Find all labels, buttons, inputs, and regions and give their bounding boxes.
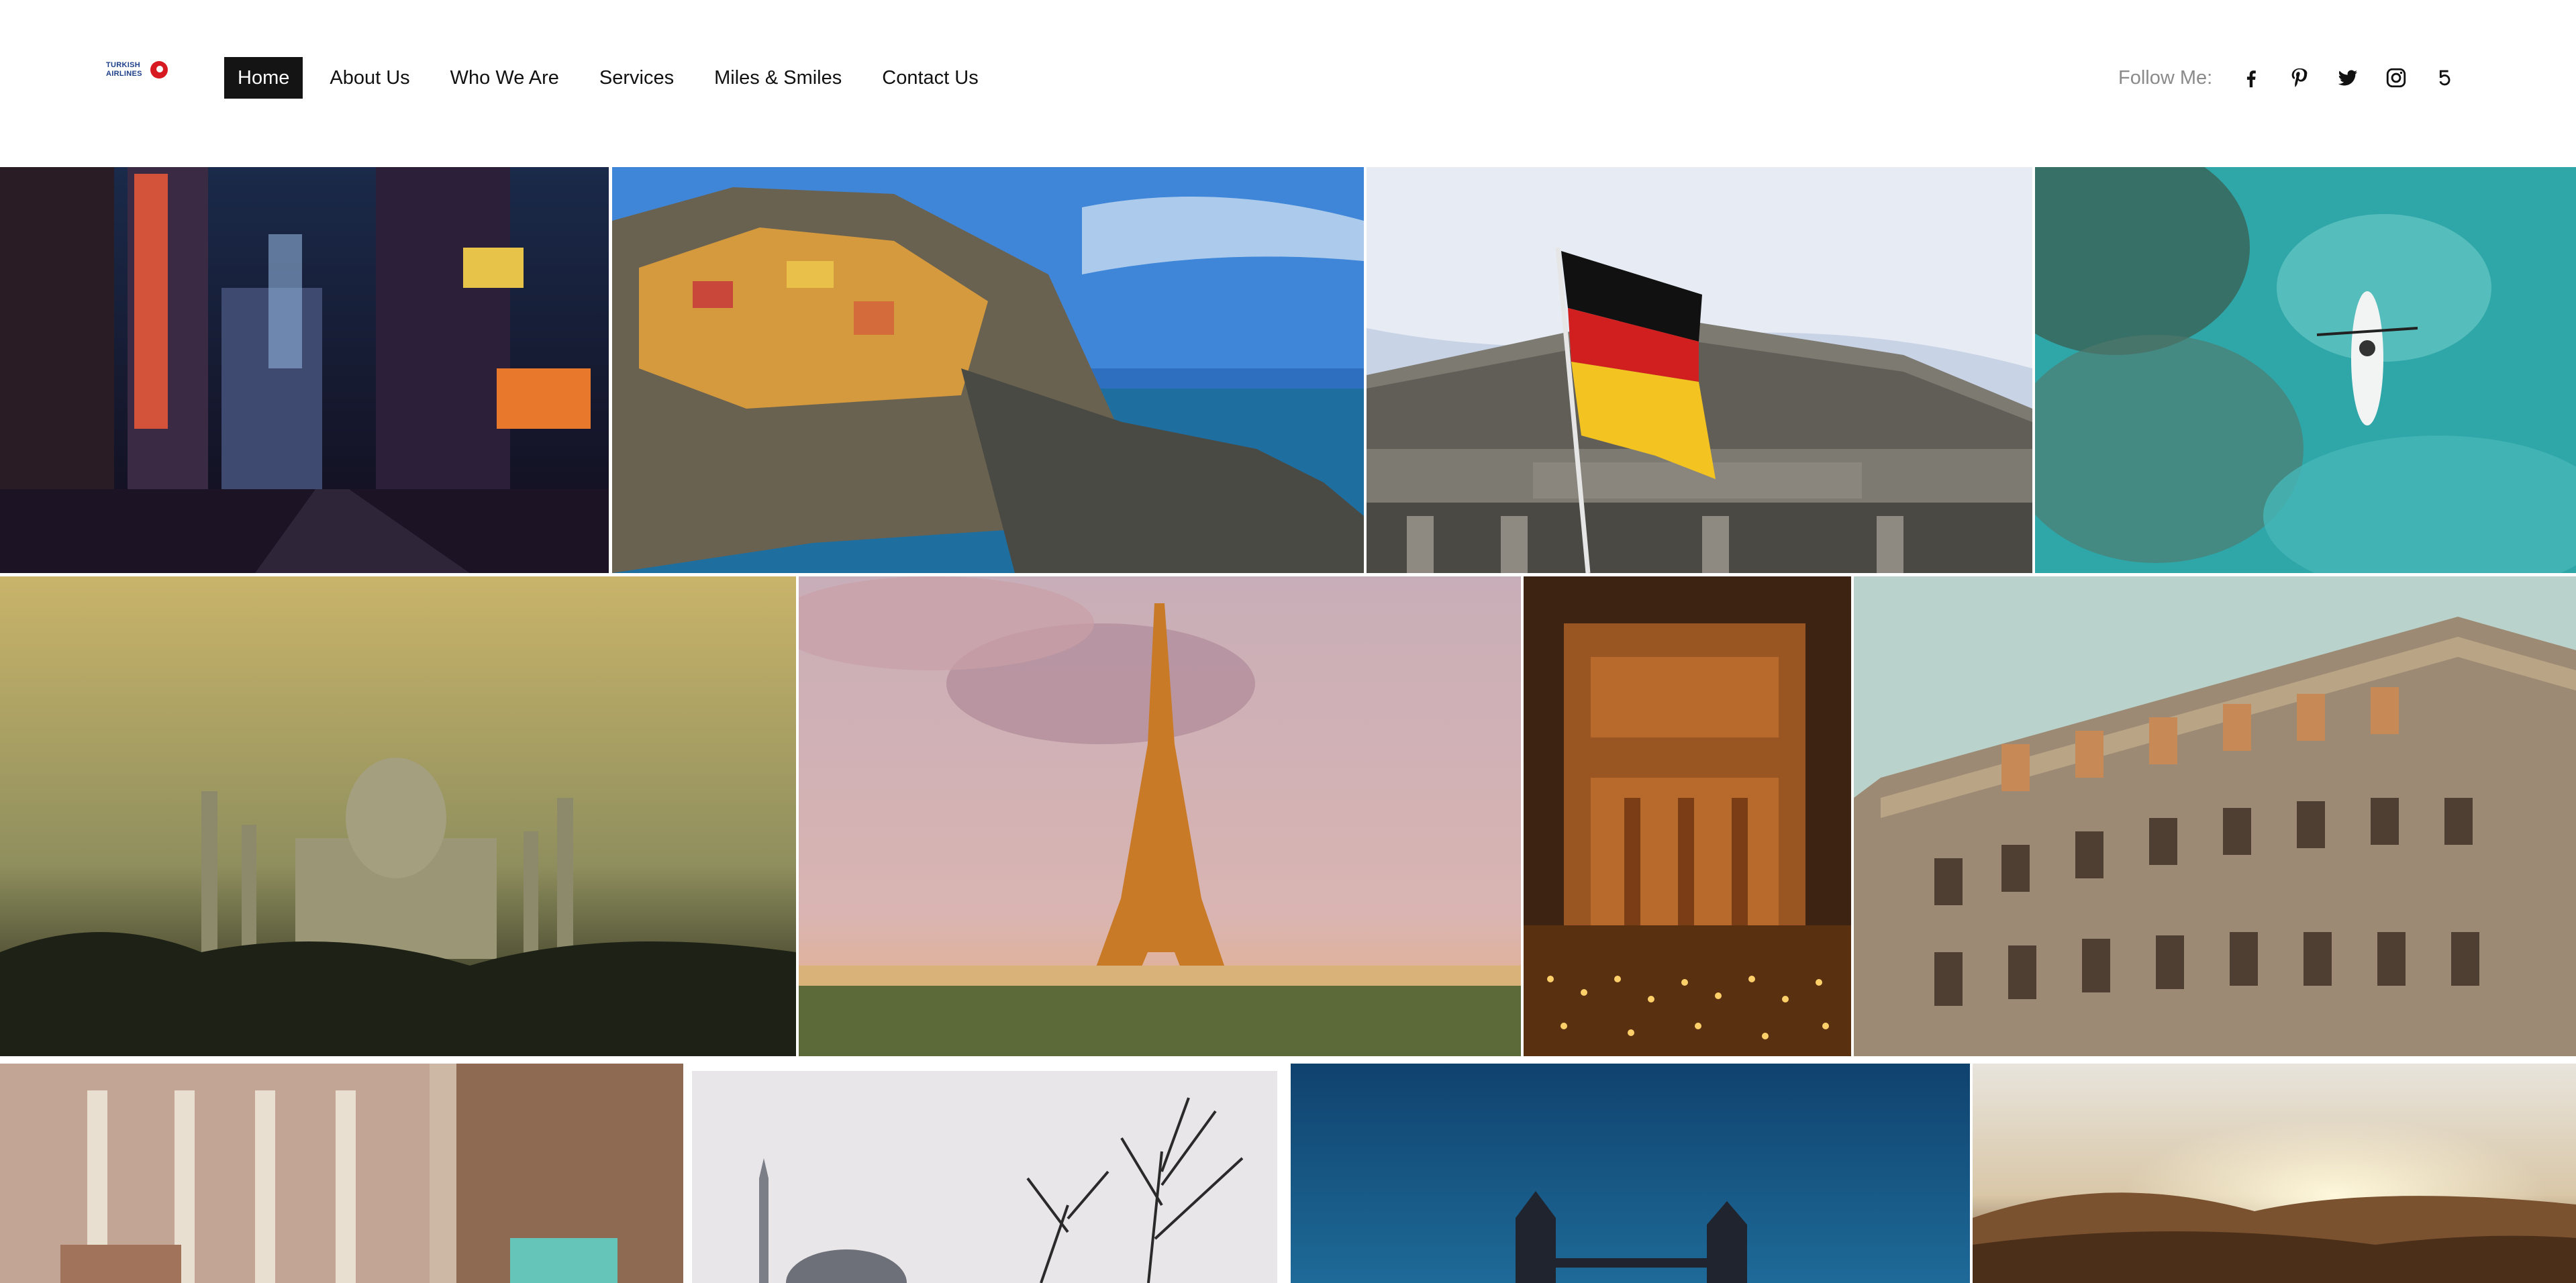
turkish-airlines-logo[interactable]: TURKISH AIRLINES — [106, 61, 168, 80]
gallery-photo-eiffel-tower[interactable] — [799, 576, 1521, 1056]
gallery-photo-taj-mahal[interactable] — [0, 576, 796, 1056]
nav-item-contact-us[interactable]: Contact Us — [869, 57, 991, 99]
logo-emblem-icon — [150, 61, 168, 79]
nav-item-miles-smiles[interactable]: Miles & Smiles — [701, 57, 855, 99]
nav-item-who-we-are[interactable]: Who We Are — [437, 57, 573, 99]
follow-me-label: Follow Me: — [2118, 66, 2213, 89]
photo-gallery — [0, 167, 2576, 1283]
logo-text-line2: AIRLINES — [106, 70, 142, 78]
nav-item-home[interactable]: Home — [224, 57, 303, 99]
nav-item-services[interactable]: Services — [586, 57, 687, 99]
main-navigation: Home About Us Who We Are Services Miles … — [224, 57, 1005, 99]
gallery-photo-tokyo[interactable] — [0, 167, 609, 573]
logo-text-line1: TURKISH — [106, 61, 140, 69]
gallery-photo-petra[interactable] — [1524, 576, 1851, 1056]
gallery-photo-cinque-terre[interactable] — [612, 167, 1364, 573]
gallery-photo-hagia-sophia[interactable] — [692, 1071, 1277, 1283]
social-bar: Follow Me: — [2118, 62, 2457, 94]
twitter-icon[interactable] — [2336, 66, 2360, 90]
gallery-photo-kayak[interactable] — [2035, 167, 2576, 573]
site-header: TURKISH AIRLINES Home About Us Who We Ar… — [0, 0, 2576, 167]
500px-icon[interactable] — [2432, 66, 2457, 90]
instagram-icon[interactable] — [2384, 66, 2408, 90]
pinterest-icon[interactable] — [2287, 66, 2312, 90]
gallery-photo-colosseum[interactable] — [1854, 576, 2576, 1056]
gallery-photo-desert-sunrise[interactable] — [1973, 1064, 2576, 1283]
nav-item-about-us[interactable]: About Us — [316, 57, 423, 99]
facebook-icon[interactable] — [2239, 66, 2263, 90]
gallery-photo-tower-bridge[interactable] — [1291, 1064, 1970, 1283]
gallery-photo-reichstag-flag[interactable] — [1367, 167, 2032, 573]
gallery-photo-havana[interactable] — [0, 1064, 683, 1283]
logo-wordmark: TURKISH AIRLINES — [106, 61, 142, 79]
